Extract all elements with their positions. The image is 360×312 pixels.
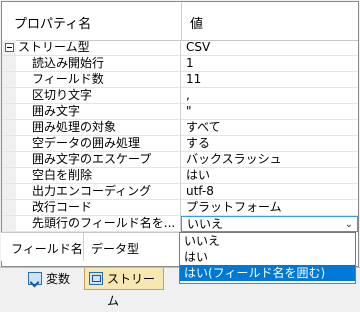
property-label: 区切り文字 bbox=[2, 88, 181, 104]
property-value[interactable]: する bbox=[181, 136, 358, 152]
header-divider bbox=[181, 2, 182, 40]
property-panel: プロパティ名 値 ストリーム型 CSV 読込み開始行 1 フィールド数 11 区… bbox=[0, 0, 360, 308]
property-label: 出力エンコーディング bbox=[2, 184, 181, 200]
category-row[interactable]: ストリーム型 CSV bbox=[2, 40, 358, 56]
property-row[interactable]: 空白を削除 はい bbox=[2, 168, 358, 184]
property-grid: プロパティ名 値 ストリーム型 CSV 読込み開始行 1 フィールド数 11 区… bbox=[1, 1, 359, 267]
subgrid-divider bbox=[83, 233, 84, 261]
property-row-selected[interactable]: 先頭行のフィールド名を... いいえ ⌄ bbox=[2, 216, 358, 232]
header-value: 値 bbox=[190, 17, 204, 32]
property-row[interactable]: 囲み処理の対象 すべて bbox=[2, 120, 358, 136]
property-row[interactable]: 囲み文字 " bbox=[2, 104, 358, 120]
field-subgrid-header: フィールド名 データ型 bbox=[1, 232, 179, 261]
dropdown-option[interactable]: いいえ bbox=[180, 233, 355, 249]
tab-variables[interactable]: 変数 bbox=[24, 268, 82, 290]
property-label: 囲み文字のエスケープ bbox=[2, 152, 181, 168]
header-property-name: プロパティ名 bbox=[14, 17, 92, 32]
category-label: ストリーム型 bbox=[2, 40, 181, 56]
property-value[interactable]: バックスラッシュ bbox=[181, 152, 358, 168]
property-label: 囲み処理の対象 bbox=[2, 120, 181, 136]
dropdown-option[interactable]: はい bbox=[180, 249, 355, 265]
property-value[interactable]: すべて bbox=[181, 120, 358, 136]
property-row[interactable]: 出力エンコーディング utf-8 bbox=[2, 184, 358, 200]
dropdown-option-highlighted[interactable]: はい(フィールド名を囲む) bbox=[180, 265, 355, 281]
subgrid-field-name: フィールド名 bbox=[11, 242, 83, 256]
category-value[interactable]: CSV bbox=[181, 40, 358, 56]
tab-variables-label: 変数 bbox=[46, 272, 71, 286]
tab-stream[interactable]: ストリーム bbox=[84, 268, 164, 308]
property-value[interactable]: はい bbox=[181, 168, 358, 184]
property-row[interactable]: フィールド数 11 bbox=[2, 72, 358, 88]
value-dropdown-list[interactable]: いいえ はい はい(フィールド名を囲む) bbox=[179, 232, 356, 284]
property-label: 囲み文字 bbox=[2, 104, 181, 120]
property-label: 先頭行のフィールド名を... bbox=[2, 216, 181, 232]
stream-icon bbox=[89, 272, 103, 285]
property-label: 読込み開始行 bbox=[2, 56, 181, 72]
property-label: 空白を削除 bbox=[2, 168, 181, 184]
variable-icon bbox=[28, 272, 42, 285]
property-value[interactable]: 11 bbox=[181, 72, 358, 88]
property-value-combo[interactable]: いいえ ⌄ bbox=[181, 216, 358, 232]
property-value[interactable]: プラットフォーム bbox=[181, 200, 358, 216]
property-row[interactable]: 空データの囲み処理 する bbox=[2, 136, 358, 152]
property-row[interactable]: 改行コード プラットフォーム bbox=[2, 200, 358, 216]
property-value[interactable]: 1 bbox=[181, 56, 358, 72]
property-label: 改行コード bbox=[2, 200, 181, 216]
grid-header: プロパティ名 値 bbox=[2, 2, 358, 41]
property-row[interactable]: 読込み開始行 1 bbox=[2, 56, 358, 72]
property-value[interactable]: , bbox=[181, 88, 358, 104]
property-row[interactable]: 囲み文字のエスケープ バックスラッシュ bbox=[2, 152, 358, 168]
property-value[interactable]: utf-8 bbox=[181, 184, 358, 200]
property-row[interactable]: 区切り文字 , bbox=[2, 88, 358, 104]
combo-current-value: いいえ bbox=[187, 217, 224, 231]
chevron-down-icon[interactable]: ⌄ bbox=[345, 217, 353, 231]
property-label: フィールド数 bbox=[2, 72, 181, 88]
property-label: 空データの囲み処理 bbox=[2, 136, 181, 152]
tab-stream-label: ストリーム bbox=[107, 272, 156, 308]
subgrid-data-type: データ型 bbox=[91, 242, 140, 256]
property-value[interactable]: " bbox=[181, 104, 358, 120]
